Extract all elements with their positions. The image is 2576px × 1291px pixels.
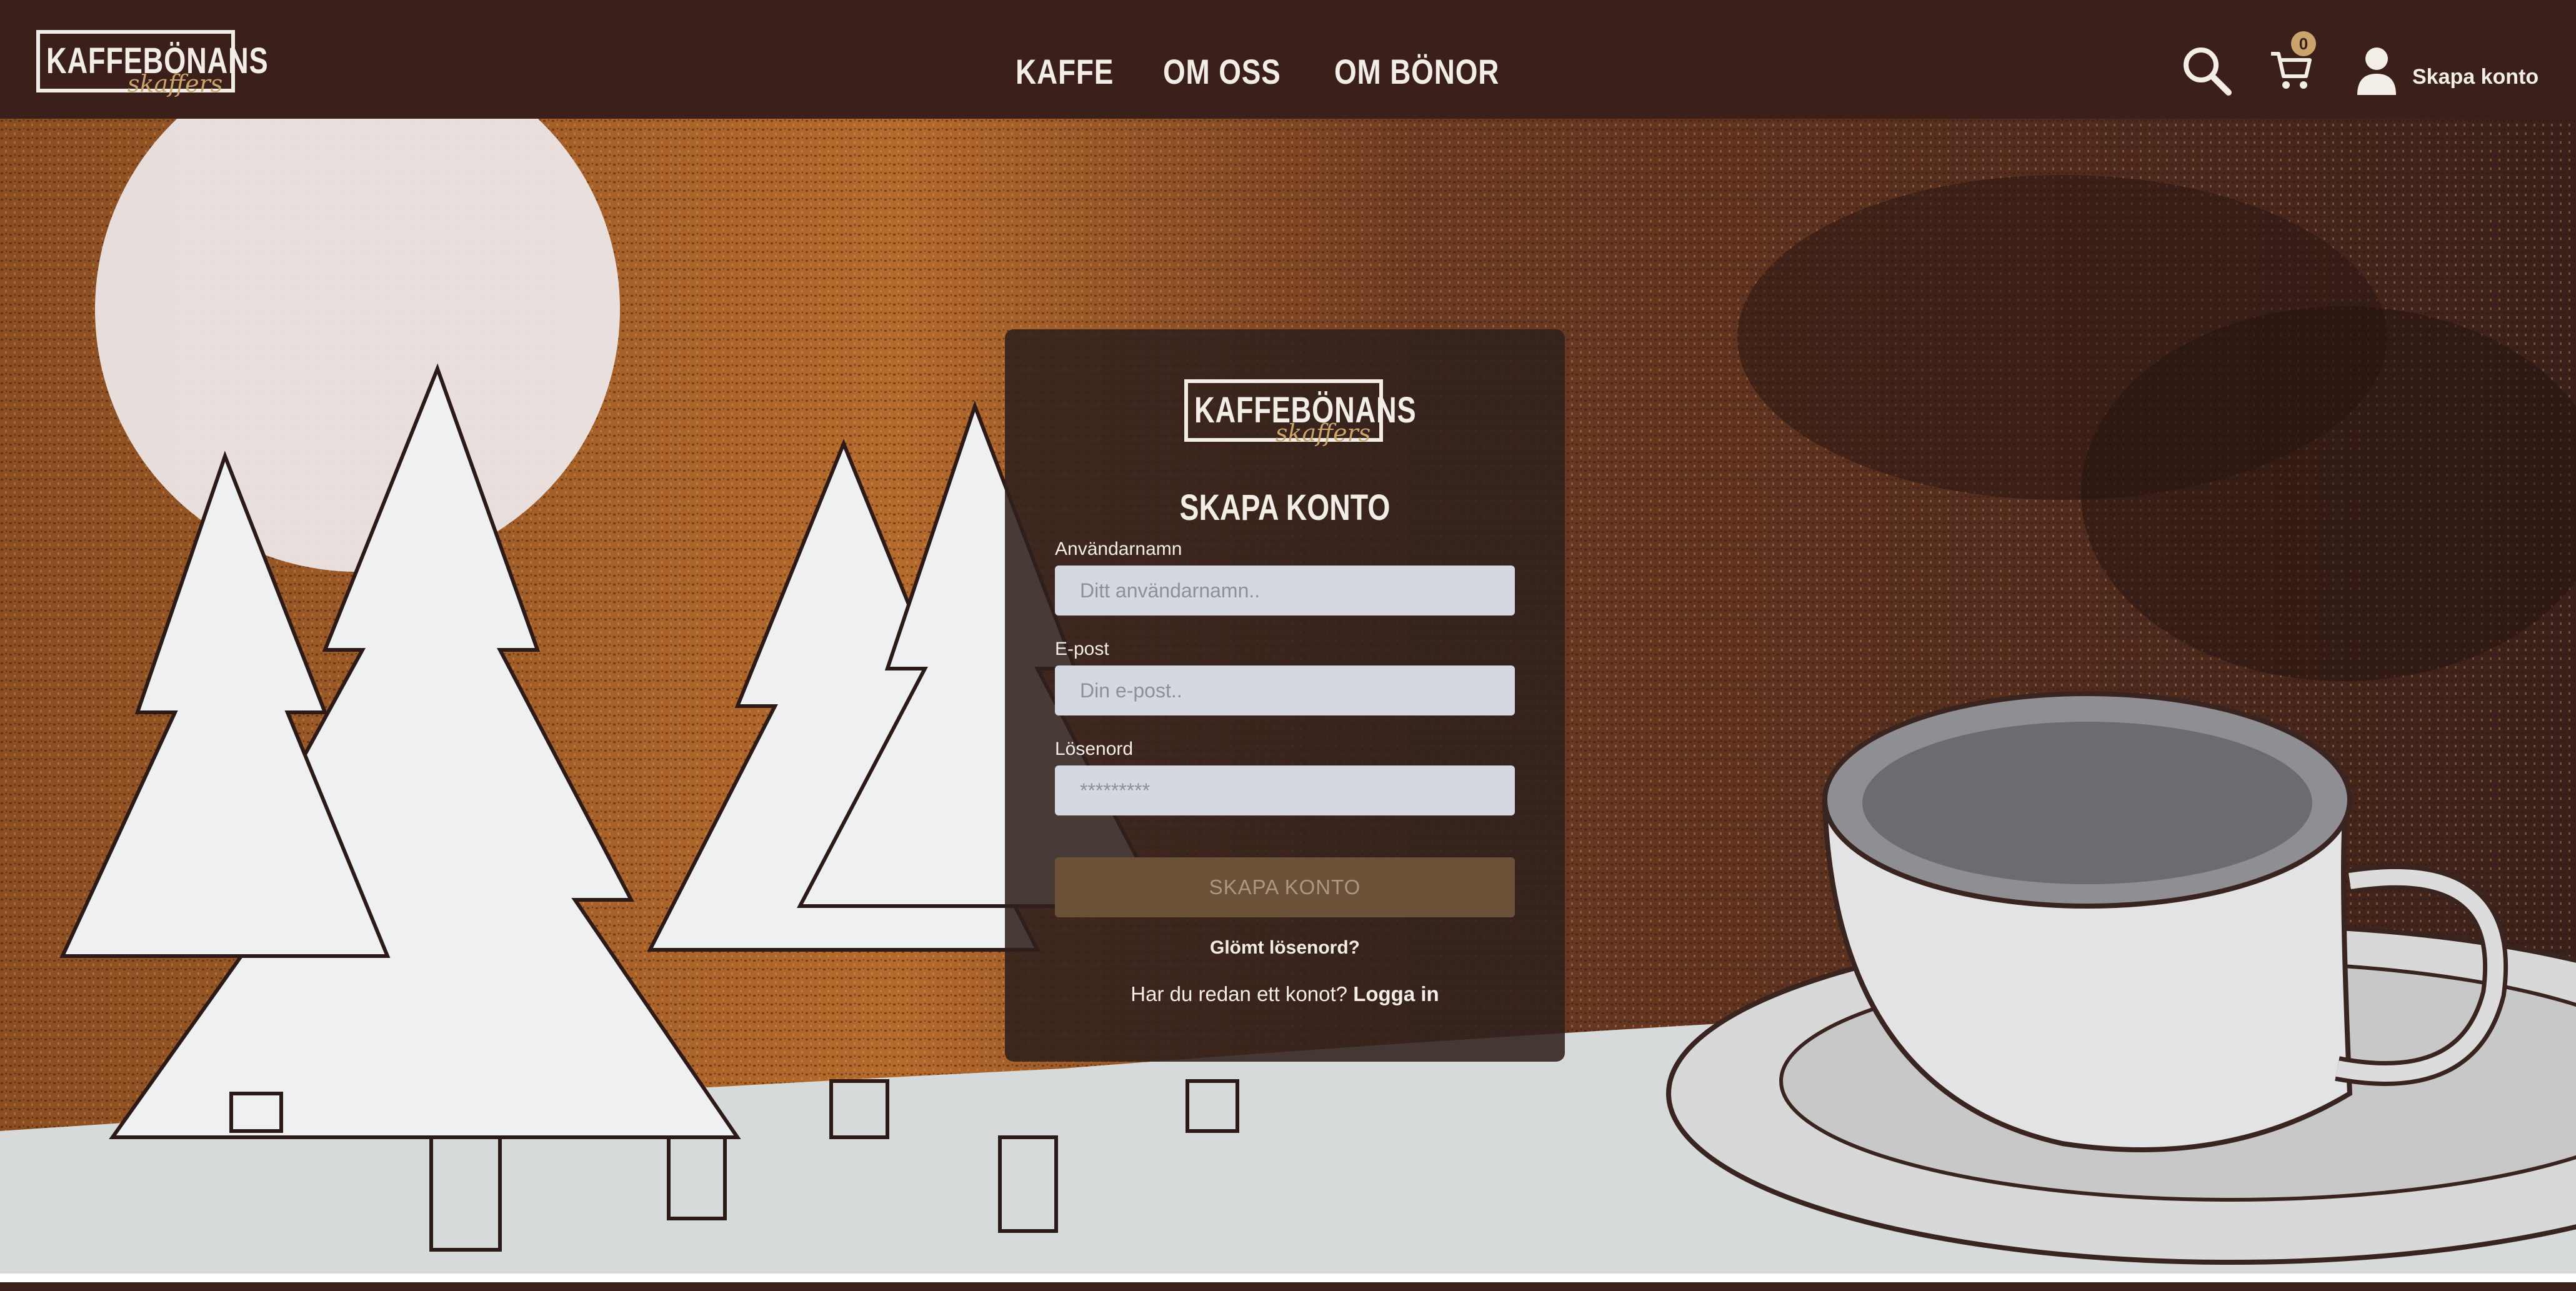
create-account-link[interactable]: Skapa konto bbox=[2412, 65, 2539, 89]
nav-item-kaffe[interactable]: KAFFE bbox=[1016, 51, 1114, 92]
login-prompt: Har du redan ett konot? Logga in bbox=[1005, 982, 1565, 1006]
username-label: Användarnamn bbox=[1055, 539, 1182, 559]
nav-item-om-bonor[interactable]: OM BÖNOR bbox=[1334, 51, 1499, 92]
bottom-divider bbox=[0, 1274, 2576, 1291]
site-header: KAFFEBÖNANS skaffers KAFFE OM OSS OM BÖN… bbox=[0, 0, 2576, 119]
username-input[interactable] bbox=[1055, 566, 1515, 616]
email-input[interactable] bbox=[1055, 665, 1515, 715]
main-nav: KAFFE OM OSS OM BÖNOR bbox=[1016, 51, 1535, 92]
login-link[interactable]: Logga in bbox=[1353, 982, 1439, 1005]
forgot-password-link[interactable]: Glömt lösenord? bbox=[1005, 937, 1565, 959]
create-account-button[interactable]: SKAPA KONTO bbox=[1055, 857, 1515, 917]
form-title: SKAPA KONTO bbox=[1179, 487, 1390, 528]
have-account-text: Har du redan ett konot? bbox=[1131, 982, 1348, 1005]
password-label: Lösenord bbox=[1055, 739, 1134, 759]
nav-item-om-oss[interactable]: OM OSS bbox=[1163, 51, 1281, 92]
email-label: E-post bbox=[1055, 639, 1109, 659]
password-input[interactable] bbox=[1055, 765, 1515, 815]
panel-logo: KAFFEBÖNANS skaffers bbox=[1184, 379, 1416, 447]
site-logo[interactable]: KAFFEBÖNANS skaffers bbox=[36, 30, 268, 97]
search-icon[interactable] bbox=[2181, 45, 2232, 96]
signup-panel: KAFFEBÖNANS skaffers SKAPA KONTO Använda… bbox=[1005, 329, 1565, 1062]
cart-count-badge: 0 bbox=[2291, 31, 2316, 56]
logo-script: skaffers bbox=[127, 70, 223, 97]
user-icon[interactable] bbox=[2356, 46, 2397, 95]
panel-logo-script: skaffers bbox=[1276, 419, 1371, 447]
